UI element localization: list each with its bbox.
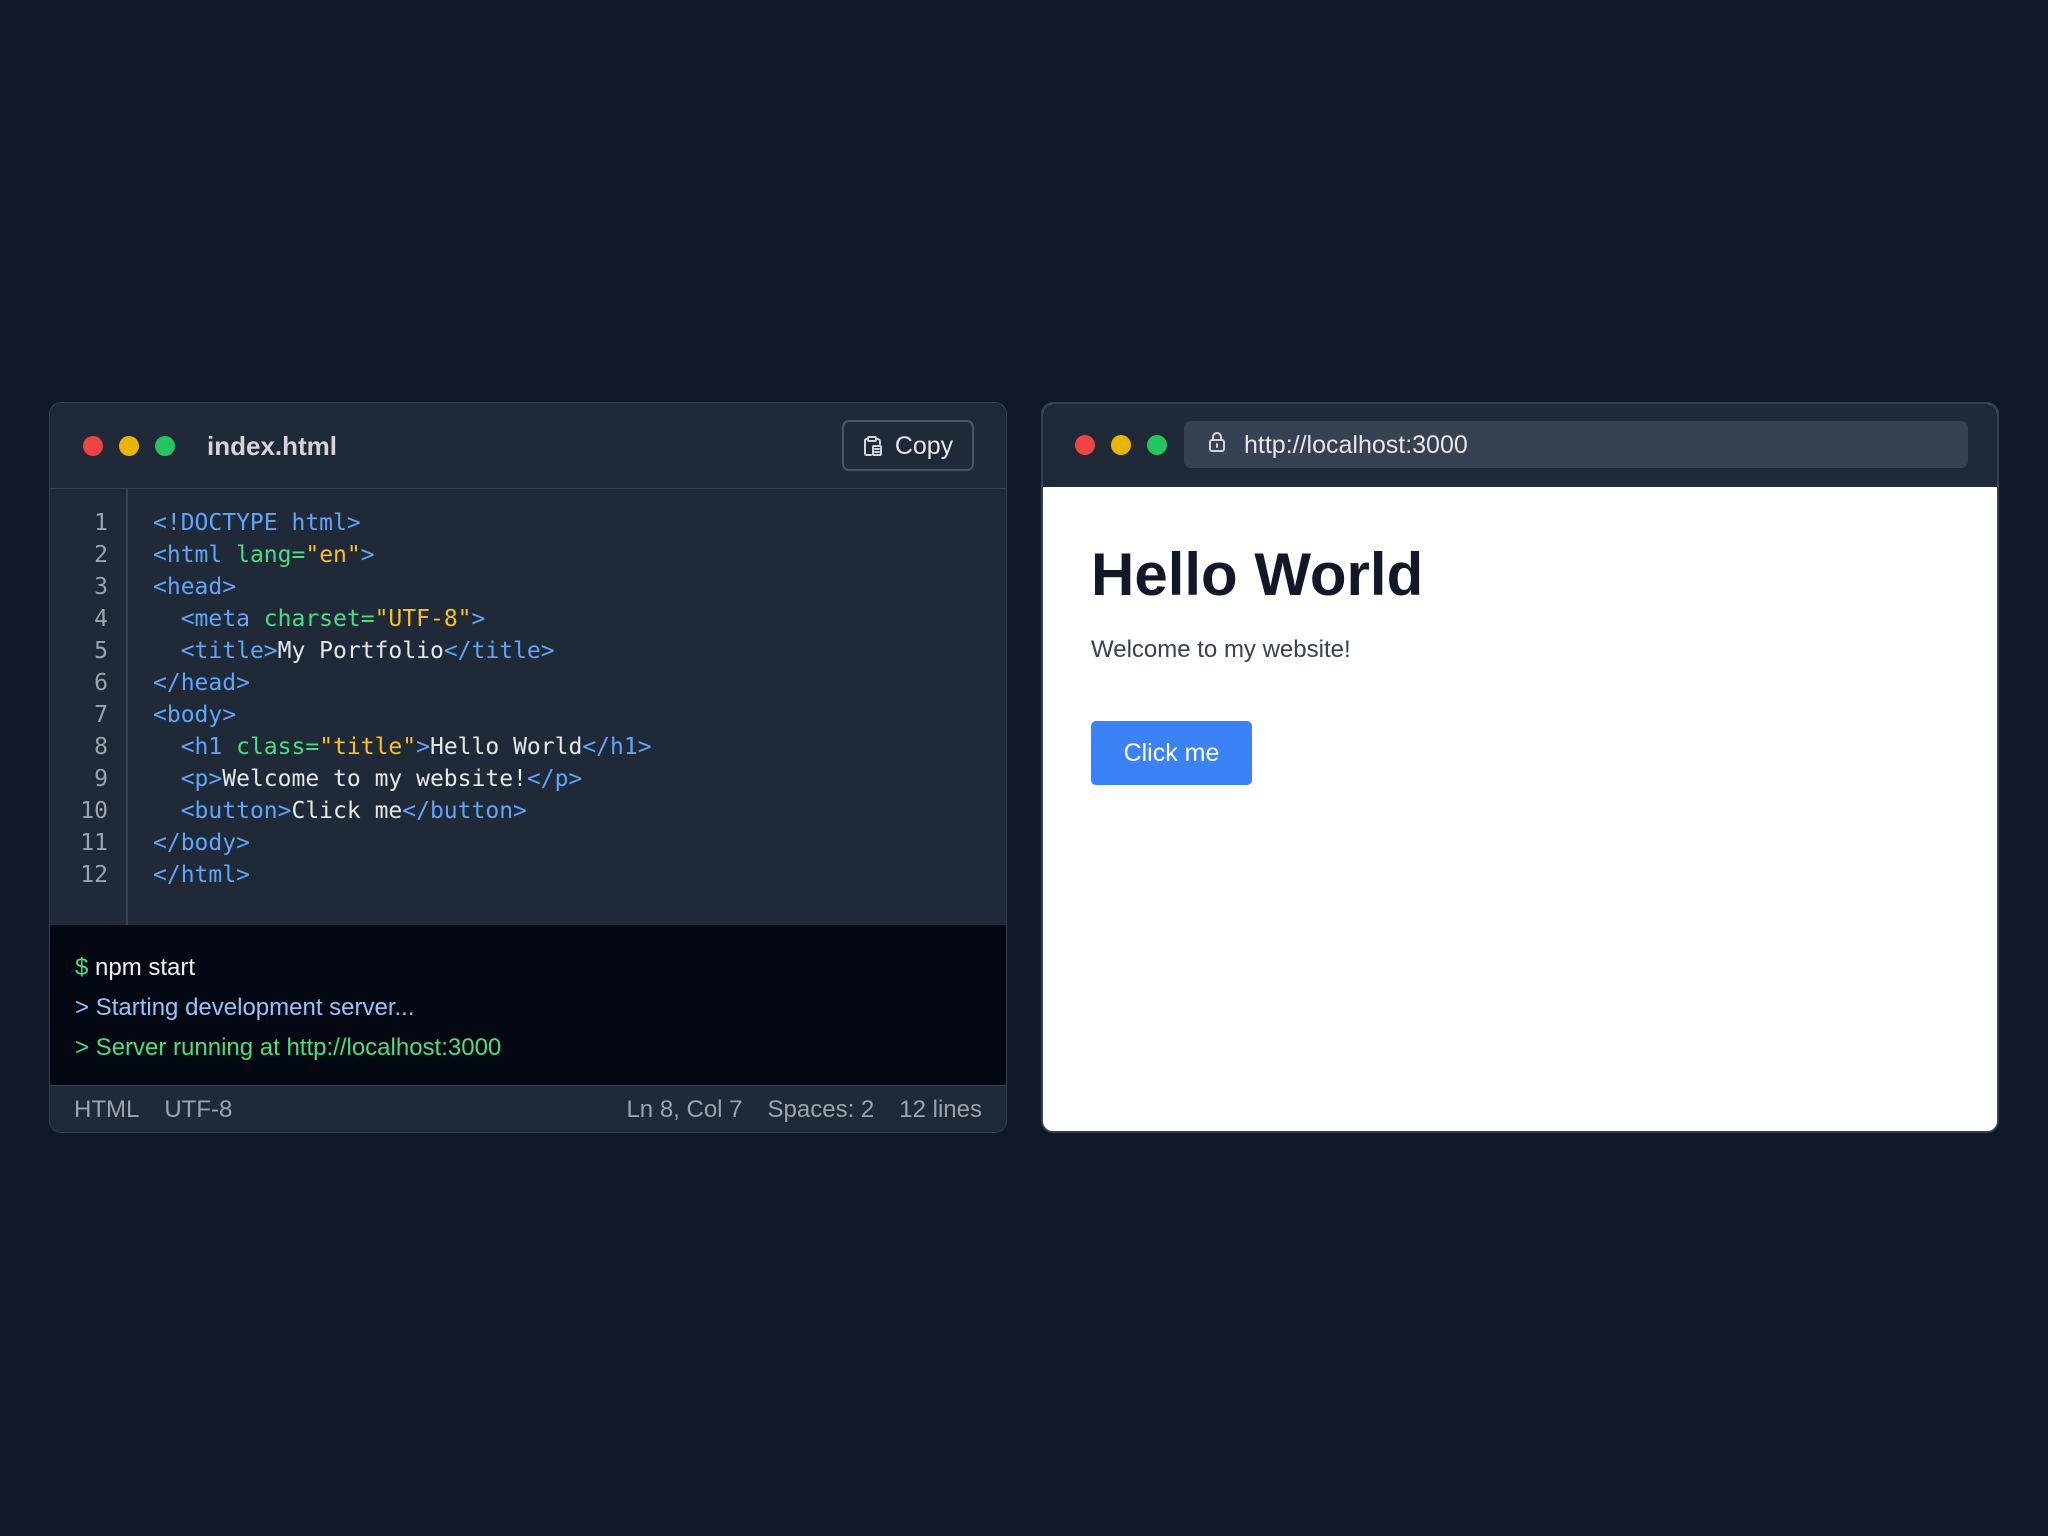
code-line: <title>My Portfolio</title> (153, 635, 1006, 667)
status-encoding[interactable]: UTF-8 (164, 1096, 232, 1124)
close-window-button[interactable] (1075, 435, 1095, 455)
code-token: <!DOCTYPE html> (153, 510, 361, 536)
code-token: My Portfolio (277, 638, 444, 664)
code-token: <title> (180, 638, 278, 664)
code-token: </title> (443, 638, 555, 664)
stage: index.html Copy 1 2 3 4 5 6 7 8 9 10 11 12 <!DOCTYP… (0, 0, 2048, 1536)
code-line: <html lang="en"> (153, 539, 1006, 571)
status-indentation[interactable]: Spaces: 2 (768, 1096, 875, 1124)
minimize-window-button[interactable] (1111, 435, 1131, 455)
click-me-button[interactable]: Click me (1091, 721, 1252, 785)
line-number: 8 (94, 734, 108, 760)
code-token: "title" (319, 734, 417, 760)
code-token: > (360, 542, 375, 568)
code-token: </html> (153, 862, 250, 888)
terminal-output-success: > Server running at http://localhost:300… (75, 1034, 502, 1061)
status-language[interactable]: HTML (74, 1096, 139, 1124)
code-line: <!DOCTYPE html> (153, 507, 1006, 539)
address-bar-url: http://localhost:3000 (1244, 430, 1468, 459)
terminal-panel[interactable]: $ npm start > Starting development serve… (50, 925, 1006, 1085)
code-area[interactable]: <!DOCTYPE html> <html lang="en"> <head> <m… (153, 489, 1006, 925)
code-line: <meta charset="UTF-8"> (153, 603, 1006, 635)
code-token: </body> (153, 830, 250, 856)
code-token: <button> (180, 798, 292, 824)
copy-button-label: Copy (894, 431, 954, 460)
terminal-command-line: $ npm start (75, 948, 1006, 988)
code-line: </body> (153, 827, 1006, 859)
code-token: > (416, 734, 430, 760)
code-token: </h1> (582, 734, 652, 760)
code-token: </head> (153, 670, 250, 696)
code-token: "UTF-8" (374, 606, 472, 632)
code-token: charset= (263, 606, 375, 632)
line-number-gutter: 1 2 3 4 5 6 7 8 9 10 11 12 (50, 489, 128, 925)
line-number: 9 (94, 766, 108, 792)
minimize-window-button[interactable] (119, 436, 139, 456)
rendered-page: Hello World Welcome to my website! Click… (1043, 487, 1997, 1131)
line-number: 4 (94, 606, 108, 632)
line-number: 12 (80, 862, 108, 888)
code-token: <body> (153, 702, 237, 728)
line-number: 1 (94, 510, 108, 536)
page-heading: Hello World (1091, 541, 1424, 608)
lock-icon (1208, 431, 1226, 458)
browser-titlebar: http://localhost:3000 (1043, 404, 1997, 487)
code-line: <h1 class="title">Hello World</h1> (153, 731, 1006, 763)
code-line: <button>Click me</button> (153, 795, 1006, 827)
editor-statusbar: HTML UTF-8 Ln 8, Col 7 Spaces: 2 12 line… (50, 1085, 1006, 1132)
code-token: <head> (153, 574, 237, 600)
editor-titlebar: index.html Copy (50, 403, 1006, 489)
code-token: <meta (180, 606, 264, 632)
line-number: 7 (94, 702, 108, 728)
maximize-window-button[interactable] (155, 436, 175, 456)
code-line: <head> (153, 571, 1006, 603)
clipboard-icon (863, 435, 883, 457)
editor-filename: index.html (207, 431, 338, 461)
page-paragraph: Welcome to my website! (1091, 636, 1351, 663)
code-token: "en" (305, 542, 361, 568)
browser-preview-window: http://localhost:3000 Hello World Welcom… (1041, 402, 1999, 1133)
code-line: <p>Welcome to my website!</p> (153, 763, 1006, 795)
maximize-window-button[interactable] (1147, 435, 1167, 455)
status-cursor-position[interactable]: Ln 8, Col 7 (626, 1096, 742, 1124)
code-token: </p> (526, 766, 583, 792)
code-token: <p> (180, 766, 223, 792)
terminal-prompt: $ (75, 954, 89, 981)
address-bar[interactable]: http://localhost:3000 (1184, 421, 1968, 468)
terminal-output-info: > Starting development server... (75, 994, 415, 1021)
code-token: <h1 (180, 734, 237, 760)
status-line-count: 12 lines (899, 1096, 982, 1123)
code-line: </html> (153, 859, 1006, 891)
line-number: 6 (94, 670, 108, 696)
code-token: Welcome to my website! (222, 766, 527, 792)
copy-button[interactable]: Copy (842, 420, 974, 471)
code-token: <html (153, 542, 237, 568)
close-window-button[interactable] (83, 436, 103, 456)
code-token: Click me (291, 798, 403, 824)
code-token: lang= (236, 542, 306, 568)
code-token: Hello World (429, 734, 583, 760)
code-line: <body> (153, 699, 1006, 731)
code-token: </button> (402, 798, 527, 824)
line-number: 10 (80, 798, 108, 824)
code-token: class= (236, 734, 320, 760)
line-number: 11 (80, 830, 108, 856)
line-number: 5 (94, 638, 108, 664)
code-line: </head> (153, 667, 1006, 699)
code-editor-window: index.html Copy 1 2 3 4 5 6 7 8 9 10 11 12 <!DOCTYP… (49, 402, 1007, 1133)
line-number: 2 (94, 542, 108, 568)
code-token: > (471, 606, 486, 632)
terminal-command: npm start (95, 954, 196, 981)
line-number: 3 (94, 574, 108, 600)
